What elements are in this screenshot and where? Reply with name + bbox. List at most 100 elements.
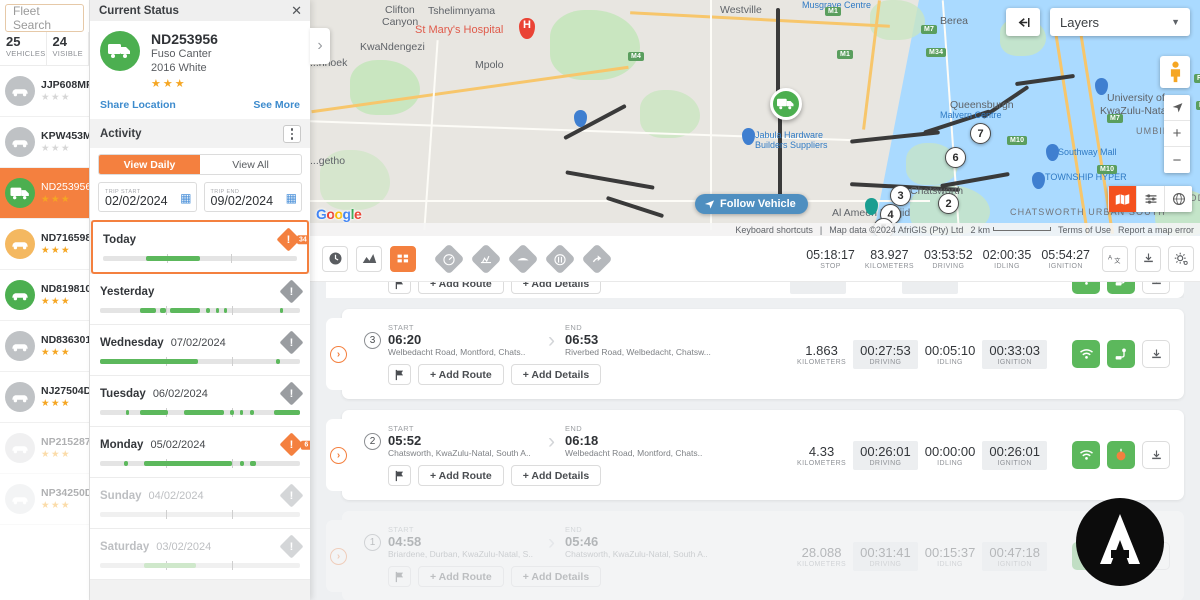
chevron-right-icon[interactable]: › [330,447,347,464]
terms-of-use-link[interactable]: Terms of Use [1058,225,1111,235]
timeline-view-button[interactable] [322,246,348,272]
satellite-layer-button[interactable] [1164,186,1192,212]
chevron-right-icon[interactable]: › [330,548,347,565]
alert-icon[interactable]: ! [279,483,303,507]
add-details-button[interactable]: + Add Details [511,282,601,294]
grid-view-button[interactable] [390,246,416,272]
pegman-streetview-icon[interactable] [1160,56,1190,88]
cornering-icon[interactable] [581,243,612,274]
add-route-button[interactable]: + Add Route [418,364,504,385]
route-pin-button[interactable] [1107,340,1135,368]
share-location-link[interactable]: Share Location [100,99,176,111]
keyboard-shortcuts-link[interactable]: Keyboard shortcuts [735,225,813,235]
chevron-right-icon[interactable]: › [330,346,347,363]
activity-day-list[interactable]: Today!34Yesterday!Wednesday07/02/2024!Tu… [90,220,310,600]
activity-day-item[interactable]: Saturday03/02/2024! [90,529,310,580]
add-details-button[interactable]: + Add Details [511,465,601,486]
vehicle-list-item[interactable]: NP34250DE★★★ [0,474,89,525]
trip-row[interactable]: ›2START05:52Chatsworth, KwaZulu-Natal, S… [326,410,1184,500]
day-timeline[interactable] [100,308,300,313]
harsh-acceleration-icon[interactable] [470,243,501,274]
map-canvas[interactable]: CliftonCanyonTshelimnyamaSt Mary's Hospi… [310,0,1200,236]
flag-trip-button[interactable] [388,364,411,385]
alert-icon[interactable]: !34 [276,227,300,251]
activity-day-item[interactable]: Wednesday07/02/2024! [90,325,310,376]
view-mode-toggle[interactable]: View Daily View All [98,154,302,175]
vehicle-list-panel[interactable]: Fleet Search 25 VEHICLES 24 VISIBLE JJP6… [0,0,90,600]
live-status-button[interactable] [1072,282,1100,294]
vehicle-list-item[interactable]: KPW453MP★★★ [0,117,89,168]
route-stop-marker[interactable]: 3 [890,185,911,206]
calendar-icon[interactable]: ▦ [180,191,191,205]
flag-trip-button[interactable] [388,465,411,486]
day-timeline[interactable] [100,563,300,568]
report-map-error-link[interactable]: Report a map error [1118,225,1194,235]
flag-trip-button[interactable] [388,566,411,587]
speedometer-icon[interactable] [433,243,464,274]
activity-menu-icon[interactable] [283,125,301,143]
location-dot-button[interactable] [1107,441,1135,469]
day-timeline[interactable] [100,359,300,364]
expand-panel-tab[interactable]: › [310,28,330,64]
download-button[interactable] [1142,542,1170,570]
translate-button[interactable]: A 文 [1102,246,1128,272]
trip-start-date-field[interactable]: TRIP START 02/02/2024 ▦ [98,182,197,212]
download-trip-button[interactable] [1142,282,1170,294]
day-timeline[interactable] [100,461,300,466]
trip-row[interactable]: ›1START04:58Briardene, Durban, KwaZulu-N… [326,511,1184,600]
flag-trip-button[interactable] [388,282,411,294]
idling-icon[interactable] [544,243,575,274]
graph-view-button[interactable] [356,246,382,272]
map-zoom-controls[interactable]: + − [1164,95,1190,173]
close-icon[interactable]: ✕ [291,3,302,19]
activity-day-item[interactable]: Sunday04/02/2024! [90,478,310,529]
fleet-search-input[interactable]: Fleet Search [5,4,84,32]
alert-icon[interactable]: ! [279,330,303,354]
activity-day-item[interactable]: Today!34 [91,220,309,274]
route-stop-marker[interactable]: 7 [970,123,991,144]
locate-me-button[interactable] [1164,95,1190,121]
vehicle-map-marker[interactable] [770,88,802,120]
jabula-hardware-pin-icon[interactable] [742,128,755,145]
route-replay-button[interactable] [1107,282,1135,294]
settings-button[interactable] [1168,246,1194,272]
route-stop-marker[interactable]: 2 [938,193,959,214]
vehicle-list-item[interactable]: NJ27504DE★★★ [0,372,89,423]
wifi-button[interactable] [1072,542,1100,570]
route-pin-button[interactable] [1107,542,1135,570]
alert-icon[interactable]: ! [279,381,303,405]
musjid-pin-icon[interactable] [865,198,878,215]
download-button[interactable] [1142,340,1170,368]
day-timeline[interactable] [103,256,297,261]
activity-day-item[interactable]: Monday05/02/2024!6 [90,427,310,478]
vehicle-list-item[interactable]: ND819810★★★ [0,270,89,321]
download-button[interactable] [1142,441,1170,469]
trip-expand-tab[interactable]: › [326,419,364,491]
trip-expand-tab[interactable]: › [326,318,364,390]
wifi-button[interactable] [1072,441,1100,469]
vehicle-list-item[interactable]: NP215287D★★★ [0,423,89,474]
vehicle-list-item[interactable]: ND716598D★★★ [0,219,89,270]
trip-expand-tab[interactable]: › [326,282,364,298]
trip-end-date-field[interactable]: TRIP END 09/02/2024 ▦ [204,182,303,212]
view-daily-tab[interactable]: View Daily [99,155,200,174]
add-details-button[interactable]: + Add Details [511,364,601,385]
day-timeline[interactable] [100,410,300,415]
map-type-controls[interactable] [1108,186,1192,212]
trip-rows[interactable]: ›+ Add Route+ Add Details›3START06:20Wel… [310,282,1200,600]
route-stop-marker[interactable]: 6 [945,147,966,168]
trip-row[interactable]: ›3START06:20Welbedacht Road, Montford, C… [326,309,1184,399]
map-view-button[interactable] [1108,186,1136,212]
add-route-button[interactable]: + Add Route [418,566,504,587]
alert-icon[interactable]: !6 [279,432,303,456]
vehicle-list-item[interactable]: JJP608MPI★★★ [0,66,89,117]
layers-dropdown[interactable]: Layers ▼ [1050,8,1190,36]
wifi-button[interactable] [1072,340,1100,368]
traffic-layer-button[interactable] [1136,186,1164,212]
calendar-icon[interactable]: ▦ [286,191,297,205]
trip-row[interactable]: ›+ Add Route+ Add Details [326,282,1184,298]
vehicle-list-item[interactable]: ND253956★★★ [0,168,89,219]
add-details-button[interactable]: + Add Details [511,566,601,587]
zoom-in-button[interactable]: + [1164,121,1190,147]
vehicle-list-item[interactable]: ND836301D★★★ [0,321,89,372]
